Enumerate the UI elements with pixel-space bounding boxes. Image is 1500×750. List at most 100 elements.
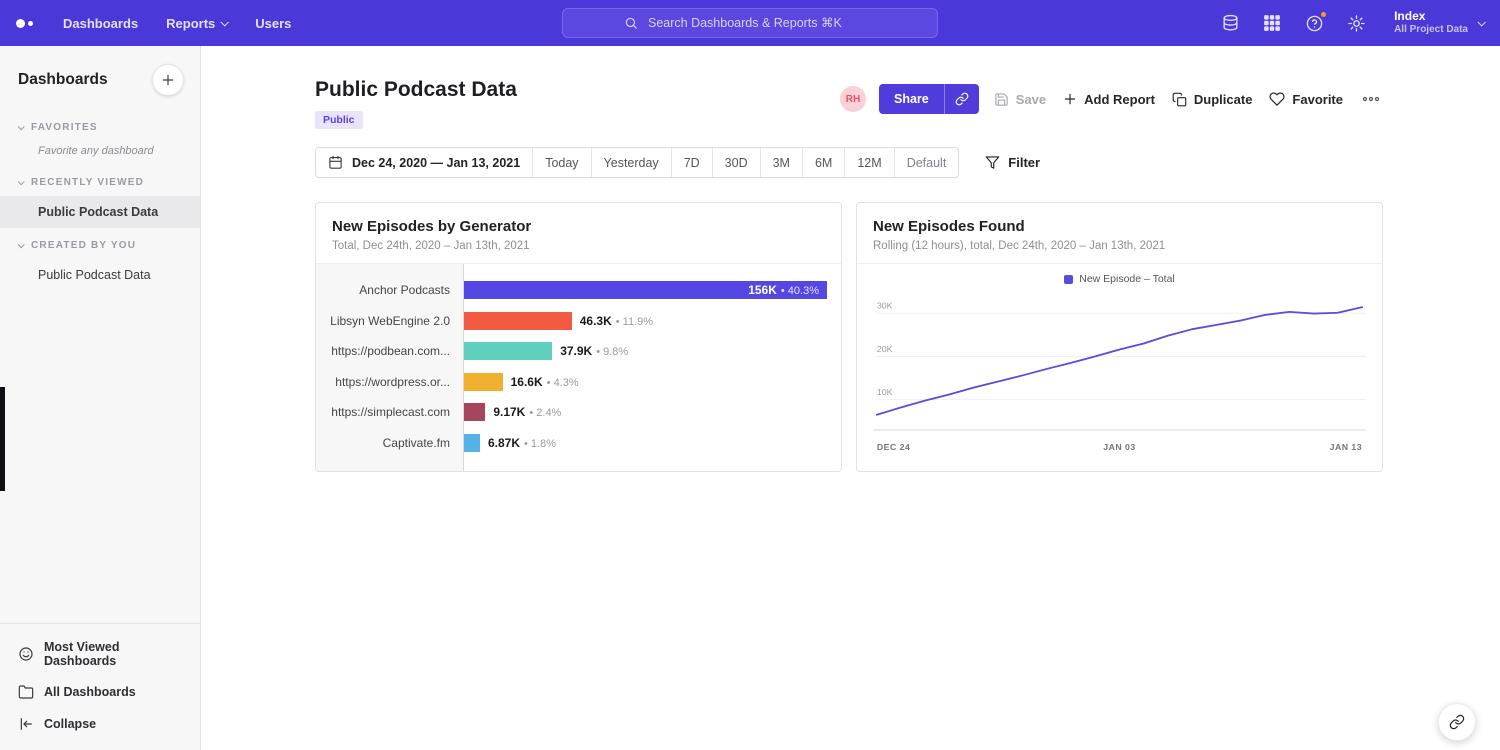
legend-label: New Episode – Total [1079, 273, 1175, 285]
date-range-label: Dec 24, 2020 — Jan 13, 2021 [352, 156, 520, 170]
range-button-default[interactable]: Default [895, 148, 959, 177]
range-button-12m[interactable]: 12M [845, 148, 894, 177]
bar-value-label: 37.9K • 9.8% [560, 342, 628, 360]
favorites-empty-hint: Favorite any dashboard [0, 141, 200, 165]
help-icon[interactable] [1304, 13, 1324, 33]
bar-value-label: 16.6K• 4.3% [511, 373, 579, 391]
main-content: Public Podcast Data Public RH Share Save [201, 46, 1500, 750]
apps-grid-icon[interactable] [1262, 13, 1282, 33]
bar[interactable] [464, 373, 503, 391]
most-viewed-icon [18, 646, 34, 662]
bar-chart[interactable]: Anchor Podcasts 156K• 40.3% Libsyn WebEn… [316, 264, 841, 471]
bar[interactable] [464, 403, 485, 421]
range-button-yesterday[interactable]: Yesterday [592, 148, 672, 177]
bar-category-label: Libsyn WebEngine 2.0 [316, 314, 464, 328]
sidebar-item-public-podcast-data[interactable]: Public Podcast Data [0, 259, 200, 291]
nav-link-label: Dashboards [63, 16, 138, 31]
avatar[interactable]: RH [840, 86, 866, 112]
nav-link-dashboards[interactable]: Dashboards [63, 16, 138, 31]
section-label: CREATED BY YOU [31, 240, 136, 251]
bar-row: Anchor Podcasts 156K• 40.3% [316, 275, 841, 306]
bar-percent: • 9.8% [596, 346, 628, 358]
chevron-down-icon [18, 123, 25, 130]
range-button-6m[interactable]: 6M [803, 148, 845, 177]
add-report-label: Add Report [1084, 92, 1155, 107]
folder-icon [18, 684, 34, 700]
line-chart[interactable]: New Episode – Total 10K20K30KDEC 24JAN 0… [857, 264, 1382, 471]
plus-icon [1063, 92, 1077, 106]
chevron-down-icon [221, 18, 229, 26]
bar-percent: • 4.3% [547, 377, 579, 389]
footer-item-label: Collapse [44, 717, 96, 731]
collapse-sidebar-button[interactable]: Collapse [0, 708, 200, 740]
sidebar-header: Dashboards [0, 46, 200, 110]
range-button-3m[interactable]: 3M [761, 148, 803, 177]
all-dashboards-button[interactable]: All Dashboards [0, 676, 200, 708]
range-button-30d[interactable]: 30D [713, 148, 761, 177]
sidebar-section-recently-viewed[interactable]: RECENTLY VIEWED [0, 165, 200, 196]
range-button-today[interactable]: Today [533, 148, 591, 177]
duplicate-button[interactable]: Duplicate [1170, 88, 1255, 111]
most-viewed-dashboards-button[interactable]: Most Viewed Dashboards [0, 632, 200, 676]
date-range-group: Dec 24, 2020 — Jan 13, 2021 Today Yester… [315, 147, 959, 178]
filter-button[interactable]: Filter [985, 155, 1040, 170]
line-chart-svg[interactable]: 10K20K30KDEC 24JAN 03JAN 13 [873, 289, 1366, 457]
date-range-picker[interactable]: Dec 24, 2020 — Jan 13, 2021 [316, 148, 533, 177]
bar-value: 46.3K [580, 314, 612, 328]
favorite-button[interactable]: Favorite [1267, 87, 1345, 111]
gear-icon[interactable] [1346, 13, 1366, 33]
legend-swatch [1064, 275, 1073, 284]
report-card-new-episodes-by-generator: New Episodes by Generator Total, Dec 24t… [315, 202, 842, 472]
nav-link-reports[interactable]: Reports [166, 16, 227, 31]
chevron-down-icon [1477, 18, 1485, 26]
new-dashboard-button[interactable] [152, 64, 184, 96]
workspace-name: Index [1394, 9, 1468, 24]
bar-track: 16.6K• 4.3% [464, 373, 827, 391]
share-link-fab[interactable] [1438, 703, 1476, 741]
bar[interactable] [464, 434, 480, 452]
workspace-label: Index All Project Data [1394, 9, 1468, 37]
bar-value: 37.9K [560, 344, 592, 358]
sidebar-section-favorites[interactable]: FAVORITES [0, 110, 200, 141]
svg-text:JAN 03: JAN 03 [1103, 442, 1135, 452]
svg-text:20K: 20K [877, 344, 893, 354]
nav-link-label: Reports [166, 16, 215, 31]
global-search[interactable] [562, 8, 938, 38]
bar-track: 37.9K • 9.8% [464, 342, 827, 360]
share-button[interactable]: Share [879, 84, 944, 114]
app-logo[interactable] [16, 19, 33, 28]
save-button[interactable]: Save [992, 88, 1048, 111]
card-header: New Episodes Found Rolling (12 hours), t… [857, 203, 1382, 264]
footer-item-label: All Dashboards [44, 685, 136, 699]
bar-value: 6.87K [488, 436, 520, 450]
range-button-7d[interactable]: 7D [672, 148, 713, 177]
share-link-button[interactable] [944, 84, 979, 114]
bar[interactable]: 156K• 40.3% [464, 281, 827, 299]
add-report-button[interactable]: Add Report [1061, 88, 1157, 111]
bar-row: Libsyn WebEngine 2.0 46.3K• 11.9% [316, 306, 841, 337]
more-options-button[interactable] [1358, 92, 1384, 106]
bar[interactable] [464, 342, 552, 360]
search-input[interactable] [646, 15, 876, 31]
database-icon[interactable] [1220, 13, 1240, 33]
visibility-badge[interactable]: Public [315, 111, 363, 129]
section-label: RECENTLY VIEWED [31, 177, 144, 188]
card-title: New Episodes Found [873, 218, 1366, 235]
sidebar-item-public-podcast-data[interactable]: Public Podcast Data [0, 196, 200, 228]
bar-row: https://podbean.com... 37.9K• 9.8% [316, 336, 841, 367]
sidebar: Dashboards FAVORITES Favorite any dashbo… [0, 46, 201, 750]
bar-percent: • 1.8% [524, 438, 556, 450]
bar-row: https://wordpress.or... 16.6K• 4.3% [316, 367, 841, 398]
sidebar-section-created-by-you[interactable]: CREATED BY YOU [0, 228, 200, 259]
bar-row: https://simplecast.com 9.17K• 2.4% [316, 397, 841, 428]
title-block: Public Podcast Data Public [315, 78, 517, 129]
bar[interactable] [464, 312, 572, 330]
bar-value-label: 46.3K• 11.9% [580, 312, 653, 330]
plus-icon [161, 73, 175, 87]
nav-link-users[interactable]: Users [255, 16, 291, 31]
share-split-button: Share [879, 84, 979, 114]
workspace-selector[interactable]: Index All Project Data [1394, 9, 1484, 37]
bar-track: 156K• 40.3% [464, 281, 827, 299]
report-cards: New Episodes by Generator Total, Dec 24t… [315, 202, 1384, 472]
sidebar-title: Dashboards [18, 71, 108, 89]
